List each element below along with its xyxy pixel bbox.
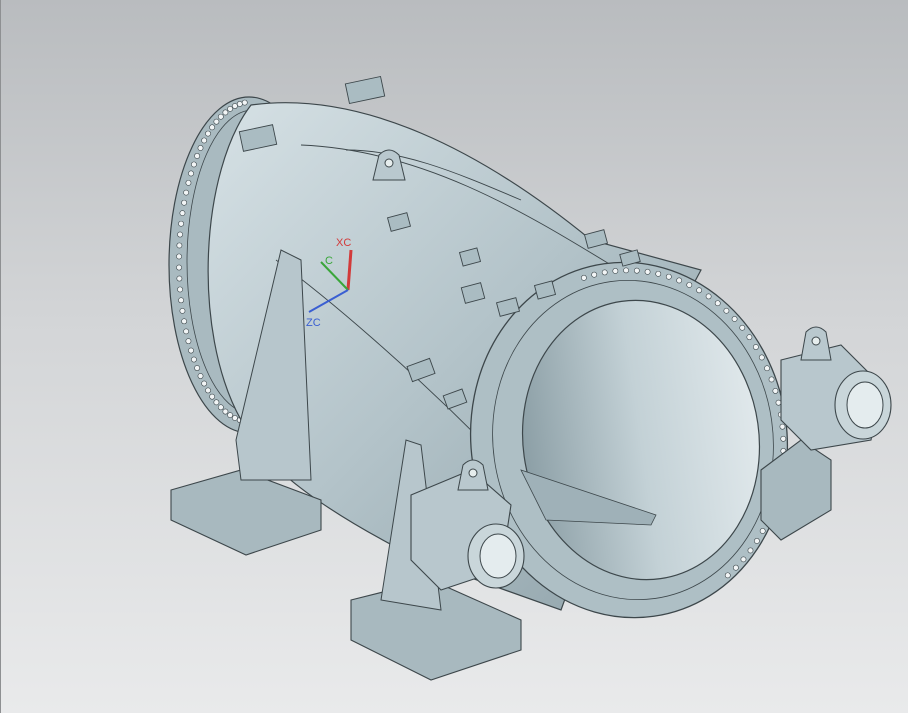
bolt-hole [655,270,662,277]
bolt-hole [612,268,619,274]
bolt-hole [201,380,208,387]
bolt-hole [181,318,188,325]
bolt-hole [601,269,608,276]
bolt-hole [232,415,238,421]
yc-label: C [325,255,333,267]
xc-label: XC [336,237,351,249]
bolt-hole [753,344,759,350]
bolt-hole [178,220,184,227]
bolt-hole [185,338,192,345]
bolt-hole [177,286,183,293]
bolt-hole [177,231,183,238]
bolt-hole [753,538,760,544]
bolt-hole [176,253,182,260]
bolt-hole [758,354,765,361]
bolt-hole [188,347,194,354]
bolt-hole [740,556,747,563]
bolt-hole [222,408,229,415]
bolt-hole [181,199,188,206]
bolt-hole [213,118,220,125]
bolt-hole [191,161,197,168]
bolt-hole [241,99,248,106]
bolt-hole [176,264,182,271]
graphics-viewport[interactable]: XC C ZC [0,0,908,713]
right-trunnion [780,344,892,451]
bolt-hole [197,373,204,379]
bolt-hole [686,282,693,288]
bolt-hole [731,316,738,322]
bolt-hole [183,189,190,196]
bolt-hole [209,124,216,131]
bolt-hole [714,300,721,307]
bolt-hole [176,275,183,282]
bolt-hole [222,109,229,116]
bolt-hole [732,564,739,571]
bolt-hole [183,328,190,335]
bolt-hole [185,179,192,186]
bolt-hole [213,399,220,406]
bolt-hole [644,268,651,275]
bolt-hole [205,387,211,394]
bolt-hole [227,412,234,419]
bolt-hole [179,210,186,217]
bolt-hole [227,105,234,112]
bolt-hole [775,399,782,406]
bolt-hole [179,307,186,314]
bolt-hole [201,137,208,144]
bolt-hole [747,547,754,554]
bolt-hole [723,307,730,314]
bolt-hole [191,356,197,363]
bolt-hole [676,277,683,284]
bolt-hole [197,145,204,151]
cad-model[interactable]: XC C ZC [1,0,908,713]
bolt-hole [739,324,746,331]
bolt-hole [591,271,598,278]
bolt-hole [194,365,200,371]
bolt-hole [178,297,184,304]
bolt-hole [176,242,183,249]
bolt-hole [705,293,712,300]
bolt-hole [768,376,775,383]
bolt-hole [209,393,216,400]
bolt-hole [779,423,786,430]
bolt-hole [205,130,211,137]
bolt-hole [236,101,243,107]
bolt-hole [194,153,200,159]
bolt-hole [217,404,224,411]
zc-label: ZC [306,317,321,329]
bolt-hole [746,334,753,341]
bolt-hole [232,103,238,109]
bolt-hole [217,113,224,120]
bolt-hole [188,170,194,177]
bolt-hole [623,267,629,274]
bolt-hole [764,365,770,372]
bolt-hole [772,388,779,394]
bolt-hole [633,267,640,274]
bolt-hole [759,528,766,534]
bolt-hole [724,572,731,579]
bolt-hole [696,287,703,294]
bolt-hole [581,274,587,281]
bolt-hole [780,435,787,442]
bolt-hole [665,273,672,280]
